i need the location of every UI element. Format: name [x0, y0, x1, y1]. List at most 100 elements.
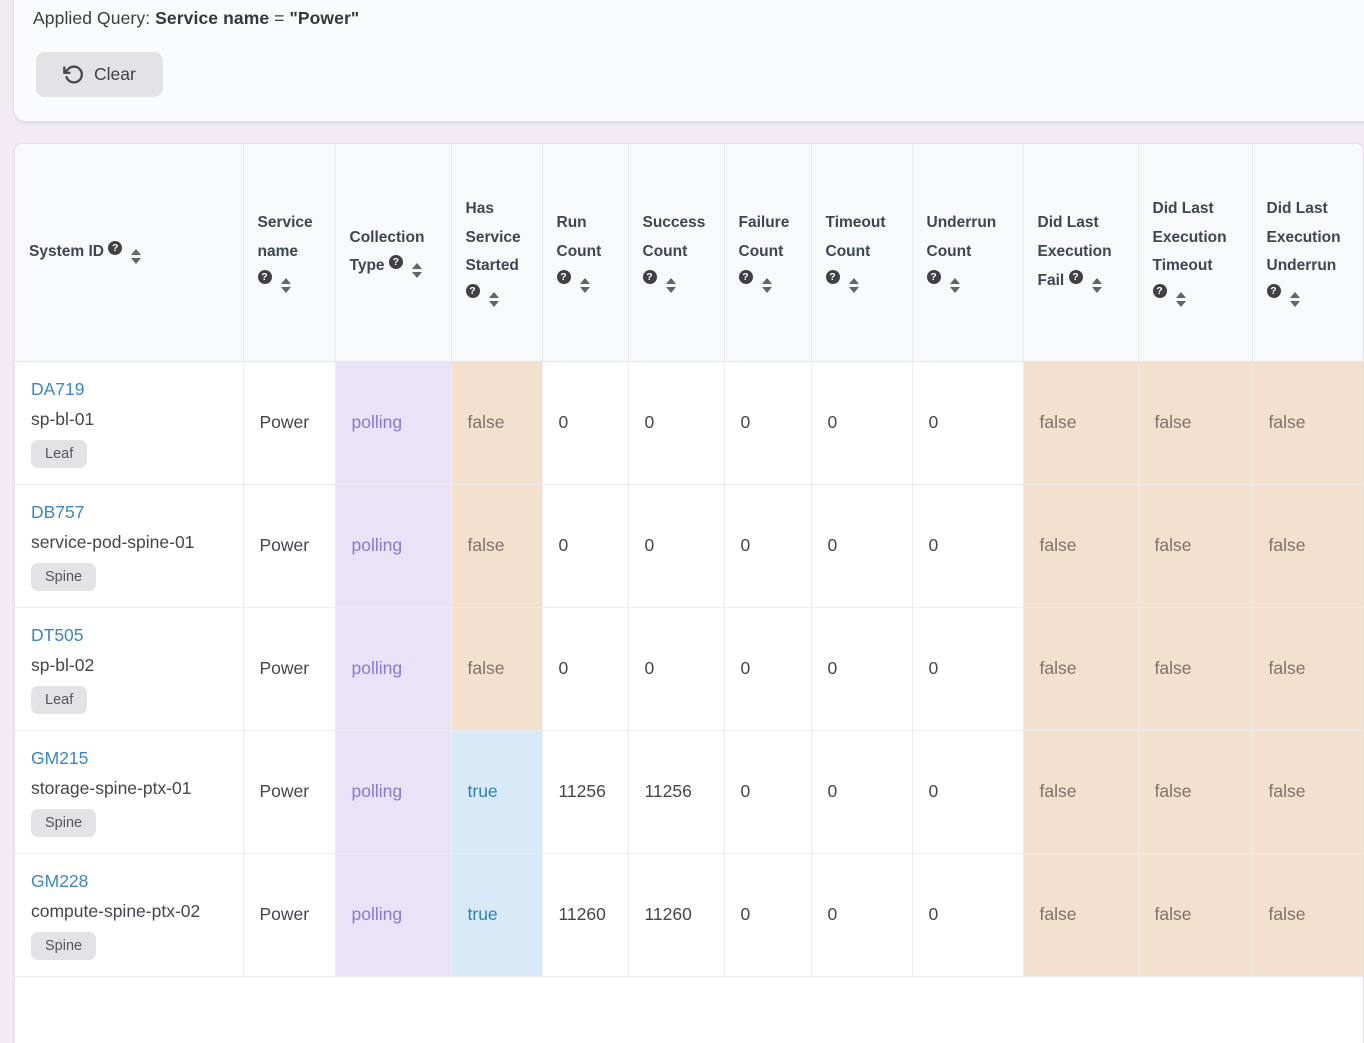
column-header-run_count[interactable]: Run Count ? — [542, 144, 628, 361]
sort-icon[interactable] — [849, 278, 859, 293]
system-id-link[interactable]: GM215 — [31, 748, 88, 769]
sort-icon[interactable] — [412, 263, 422, 278]
cell-service_name: Power — [243, 853, 335, 976]
column-label: Did Last Execution Underrun — [1267, 200, 1341, 274]
system-hostname: storage-spine-ptx-01 — [31, 778, 227, 799]
cell-system_id: DA719 sp-bl-01 Leaf — [15, 361, 243, 484]
system-id-link[interactable]: DT505 — [31, 625, 84, 646]
column-header-success_count[interactable]: Success Count ? — [628, 144, 724, 361]
column-label: Did Last Execution Timeout — [1153, 200, 1227, 274]
system-hostname: sp-bl-01 — [31, 409, 227, 430]
cell-failure_count: 0 — [724, 730, 811, 853]
cell-did_last_execution_underrun: false — [1252, 730, 1364, 853]
column-header-timeout_count[interactable]: Timeout Count ? — [811, 144, 912, 361]
cell-did_last_execution_fail: false — [1023, 484, 1138, 607]
cell-collection_type: polling — [335, 730, 451, 853]
sort-icon[interactable] — [580, 278, 590, 293]
applied-query-panel: Applied Query: Service name = "Power" Cl… — [14, 0, 1364, 121]
cell-failure_count: 0 — [724, 853, 811, 976]
help-icon[interactable]: ? — [1267, 284, 1281, 298]
services-table: System ID ?Service name ?Collection Type… — [15, 144, 1364, 977]
sort-icon[interactable] — [1176, 292, 1186, 307]
cell-run_count: 11260 — [542, 853, 628, 976]
column-header-has_service_started[interactable]: Has Service Started ? — [451, 144, 542, 361]
cell-did_last_execution_timeout: false — [1138, 361, 1252, 484]
sort-icon[interactable] — [281, 278, 291, 293]
cell-failure_count: 0 — [724, 607, 811, 730]
sort-icon[interactable] — [762, 278, 772, 293]
cell-underrun_count: 0 — [912, 361, 1023, 484]
column-header-service_name[interactable]: Service name ? — [243, 144, 335, 361]
cell-success_count: 0 — [628, 484, 724, 607]
cell-did_last_execution_underrun: false — [1252, 484, 1364, 607]
cell-did_last_execution_underrun: false — [1252, 853, 1364, 976]
system-id-link[interactable]: DB757 — [31, 502, 85, 523]
undo-icon — [63, 64, 84, 85]
applied-query-operator: = — [274, 8, 284, 28]
cell-underrun_count: 0 — [912, 853, 1023, 976]
system-hostname: sp-bl-02 — [31, 655, 227, 676]
system-hostname: compute-spine-ptx-02 — [31, 901, 227, 922]
table-row: DT505sp-bl-02LeafPowerpollingfalse00000f… — [15, 607, 1364, 730]
table-row: DB757service-pod-spine-01SpinePowerpolli… — [15, 484, 1364, 607]
cell-service_name: Power — [243, 484, 335, 607]
sort-icon[interactable] — [131, 249, 141, 264]
cell-run_count: 0 — [542, 607, 628, 730]
cell-timeout_count: 0 — [811, 730, 912, 853]
column-header-did_last_execution_underrun[interactable]: Did Last Execution Underrun ? — [1252, 144, 1364, 361]
column-header-did_last_execution_timeout[interactable]: Did Last Execution Timeout ? — [1138, 144, 1252, 361]
table-row: DA719sp-bl-01LeafPowerpollingfalse00000f… — [15, 361, 1364, 484]
cell-system_id: DB757service-pod-spine-01Spine — [15, 484, 243, 607]
cell-collection_type: polling — [335, 484, 451, 607]
system-id-link[interactable]: GM228 — [31, 871, 88, 892]
cell-failure_count: 0 — [724, 361, 811, 484]
help-icon[interactable]: ? — [466, 284, 480, 298]
sort-icon[interactable] — [666, 278, 676, 293]
help-icon[interactable]: ? — [739, 270, 753, 284]
sort-icon[interactable] — [1092, 278, 1102, 293]
table-row: GM228compute-spine-ptx-02SpinePowerpolli… — [15, 853, 1364, 976]
column-header-collection_type[interactable]: Collection Type ? — [335, 144, 451, 361]
cell-did_last_execution_timeout: false — [1138, 853, 1252, 976]
applied-query-value: "Power" — [289, 8, 359, 28]
sort-icon[interactable] — [950, 278, 960, 293]
clear-query-button[interactable]: Clear — [36, 52, 163, 97]
cell-run_count: 0 — [542, 484, 628, 607]
sort-icon[interactable] — [1290, 292, 1300, 307]
help-icon[interactable]: ? — [258, 270, 272, 284]
cell-service_name: Power — [243, 607, 335, 730]
cell-collection_type: polling — [335, 607, 451, 730]
help-icon[interactable]: ? — [108, 241, 122, 255]
cell-success_count: 11256 — [628, 730, 724, 853]
cell-has_service_started: true — [451, 853, 542, 976]
cell-did_last_execution_timeout: false — [1138, 607, 1252, 730]
help-icon[interactable]: ? — [389, 255, 403, 269]
help-icon[interactable]: ? — [826, 270, 840, 284]
help-icon[interactable]: ? — [927, 270, 941, 284]
cell-did_last_execution_fail: false — [1023, 607, 1138, 730]
column-header-underrun_count[interactable]: Underrun Count ? — [912, 144, 1023, 361]
services-table-panel: System ID ?Service name ?Collection Type… — [14, 143, 1364, 1043]
column-label: Run Count — [557, 214, 602, 260]
applied-query-label: Applied Query: — [33, 8, 150, 28]
help-icon[interactable]: ? — [557, 270, 571, 284]
role-badge: Leaf — [31, 686, 87, 714]
column-header-system_id[interactable]: System ID ? — [15, 144, 243, 361]
sort-icon[interactable] — [489, 292, 499, 307]
help-icon[interactable]: ? — [1069, 270, 1083, 284]
role-badge: Leaf — [31, 440, 87, 468]
cell-did_last_execution_timeout: false — [1138, 730, 1252, 853]
column-header-did_last_execution_fail[interactable]: Did Last Execution Fail ? — [1023, 144, 1138, 361]
column-label: Timeout Count — [826, 214, 886, 260]
column-label: Has Service Started — [466, 200, 521, 274]
table-header-row: System ID ?Service name ?Collection Type… — [15, 144, 1364, 361]
column-label: Service name — [258, 214, 313, 260]
applied-query-text: Applied Query: Service name = "Power" — [33, 8, 359, 29]
help-icon[interactable]: ? — [1153, 284, 1167, 298]
system-id-link[interactable]: DA719 — [31, 379, 85, 400]
column-header-failure_count[interactable]: Failure Count ? — [724, 144, 811, 361]
help-icon[interactable]: ? — [643, 270, 657, 284]
cell-system_id: GM215storage-spine-ptx-01Spine — [15, 730, 243, 853]
cell-underrun_count: 0 — [912, 607, 1023, 730]
column-label: System ID — [29, 243, 104, 260]
